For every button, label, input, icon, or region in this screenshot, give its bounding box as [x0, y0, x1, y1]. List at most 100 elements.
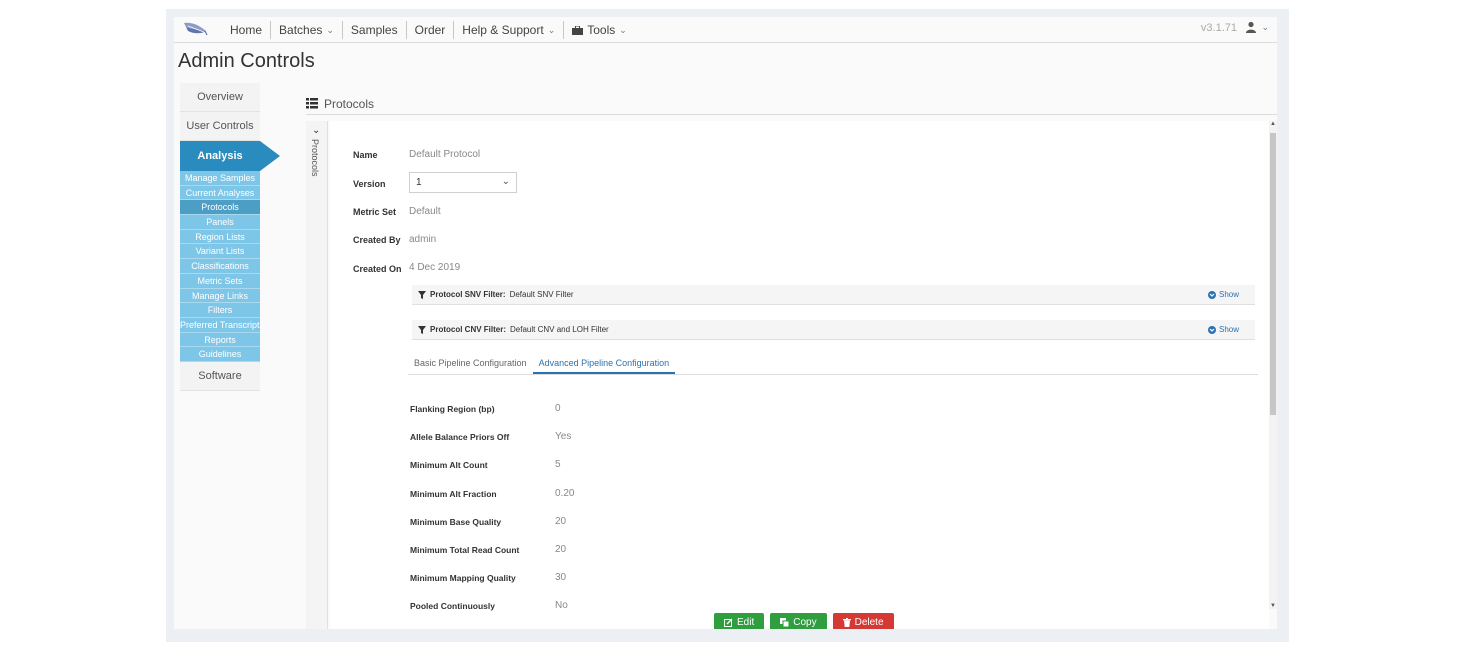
sidebar-item-analysis[interactable]: Analysis	[180, 141, 280, 171]
copy-button-label: Copy	[793, 616, 817, 628]
nav-tools[interactable]: Tools ⌄	[564, 21, 635, 39]
config-label: Minimum Base Quality	[410, 516, 502, 527]
analysis-subnav: Manage Samples Current Analyses Protocols P…	[180, 171, 260, 362]
nav-home[interactable]: Home	[222, 21, 272, 39]
sidebar-subitem-preferred-transcripts[interactable]: Preferred Transcripts	[180, 318, 260, 333]
snv-filter-row: Protocol SNV Filter: Default SNV Filter …	[412, 285, 1255, 305]
snv-filter-show-toggle[interactable]: Show	[1207, 290, 1239, 299]
config-value: Yes	[555, 431, 572, 443]
pipeline-config-tabs: Basic Pipeline Configuration Advanced Pi…	[408, 354, 1258, 375]
edit-button[interactable]: Edit	[714, 613, 765, 629]
nav-order[interactable]: Order	[407, 21, 455, 39]
scroll-down-icon[interactable]: ▼	[1269, 603, 1277, 609]
nav-item-label: Batches	[279, 23, 323, 37]
sidebar-subitem-manage-links[interactable]: Manage Links	[180, 289, 260, 304]
protocols-collapse-tab[interactable]: ⌄ Protocols	[306, 121, 328, 629]
sidebar-item-user-controls[interactable]: User Controls	[180, 112, 260, 141]
sidebar-subitem-protocols[interactable]: Protocols	[180, 200, 260, 216]
section-title: Protocols	[324, 96, 375, 111]
nav-item-label: Tools	[587, 23, 616, 37]
created-on-value: 4 Dec 2019	[409, 262, 461, 273]
scroll-thumb[interactable]	[1270, 133, 1276, 415]
page-title: Admin Controls	[178, 50, 315, 72]
metric-set-value: Default	[409, 206, 441, 217]
user-menu[interactable]: ⌄	[1245, 21, 1269, 33]
chevron-down-icon: ⌄	[326, 25, 334, 35]
delete-button[interactable]: Delete	[832, 613, 894, 629]
scroll-up-icon[interactable]: ▲	[1269, 121, 1277, 127]
config-label: Minimum Alt Count	[410, 460, 488, 471]
sidebar-subitem-region-lists[interactable]: Region Lists	[180, 230, 260, 245]
trash-icon	[842, 617, 851, 627]
config-value: 0.20	[555, 487, 575, 499]
chevron-circle-down-icon	[1207, 290, 1216, 299]
sidebar-subitem-filters[interactable]: Filters	[180, 303, 260, 318]
snv-filter-label: Protocol SNV Filter:	[430, 290, 506, 299]
delete-button-label: Delete	[854, 616, 884, 628]
sidebar-subitem-guidelines[interactable]: Guidelines	[180, 347, 260, 362]
chevron-circle-down-icon	[1207, 325, 1216, 334]
config-value: 20	[555, 544, 567, 555]
metric-set-label: Metric Set	[353, 207, 397, 217]
sidebar-subitem-reports[interactable]: Reports	[180, 333, 260, 348]
filter-icon	[418, 290, 426, 299]
sidebar-subitem-metric-sets[interactable]: Metric Sets	[180, 274, 260, 289]
name-value: Default Protocol	[409, 149, 481, 160]
chevron-down-icon: ⌄	[312, 125, 321, 136]
sidebar-subitem-manage-samples[interactable]: Manage Samples	[180, 171, 260, 186]
cnv-filter-show-toggle[interactable]: Show	[1207, 325, 1239, 334]
config-label: Minimum Mapping Quality	[410, 573, 516, 584]
config-label: Minimum Total Read Count	[410, 545, 520, 555]
config-value: 0	[555, 403, 561, 414]
nav-samples[interactable]: Samples	[343, 21, 407, 39]
created-by-label: Created By	[353, 235, 401, 245]
toolbox-icon	[572, 25, 584, 35]
version-select[interactable]: 1 ⌄	[409, 172, 517, 193]
list-icon	[306, 98, 318, 109]
user-icon	[1246, 21, 1257, 33]
nav-item-label: Home	[230, 23, 263, 37]
app-version: v3.1.71	[1200, 22, 1237, 34]
edit-icon	[724, 618, 733, 627]
active-arrow-indicator	[260, 141, 280, 171]
tab-advanced-pipeline-configuration[interactable]: Advanced Pipeline Configuration	[532, 354, 676, 374]
cnv-filter-value: Default CNV and LOH Filter	[510, 325, 609, 334]
nav-item-label: Samples	[350, 23, 398, 37]
sidebar-subitem-current-analyses[interactable]: Current Analyses	[180, 186, 260, 201]
protocol-details-panel: Name Default Protocol Version 1 ⌄ Metric…	[330, 121, 1269, 629]
copy-icon	[780, 617, 790, 627]
sidebar-item-overview[interactable]: Overview	[180, 83, 260, 112]
sidebar-subitem-panels[interactable]: Panels	[180, 215, 260, 230]
sidebar-item-label: Analysis	[197, 150, 243, 162]
admin-sidebar: Overview User Controls Analysis Manage S…	[180, 83, 280, 629]
show-link: Show	[1218, 290, 1239, 299]
chevron-down-icon: ⌄	[1261, 21, 1269, 32]
copy-button[interactable]: Copy	[770, 613, 827, 629]
nav-menu: Home Batches ⌄ Samples Order Help & Support ⌄ T…	[222, 17, 635, 43]
app-window: Home Batches ⌄ Samples Order Help & Support ⌄ T…	[174, 17, 1277, 629]
nav-item-label: Help & Support	[462, 23, 544, 37]
nav-help-support[interactable]: Help & Support ⌄	[454, 21, 565, 39]
name-label: Name	[353, 150, 378, 160]
sidebar-item-software[interactable]: Software	[180, 361, 260, 391]
protocols-section-header: Protocols	[306, 93, 1277, 115]
action-buttons: Edit Copy Delete	[714, 613, 894, 629]
cnv-filter-label: Protocol CNV Filter:	[430, 325, 507, 334]
version-select-value: 1	[416, 177, 422, 188]
top-navbar: Home Batches ⌄ Samples Order Help & Support ⌄ T…	[174, 17, 1277, 43]
sidebar-subitem-variant-lists[interactable]: Variant Lists	[180, 244, 260, 260]
created-by-value: admin	[409, 234, 437, 245]
config-value: 20	[555, 515, 567, 527]
sidebar-subitem-classifications[interactable]: Classifications	[180, 259, 260, 274]
tab-basic-pipeline-configuration[interactable]: Basic Pipeline Configuration	[408, 354, 533, 374]
nav-item-label: Order	[414, 23, 446, 37]
snv-filter-value: Default SNV Filter	[509, 290, 574, 299]
config-value: 30	[555, 572, 567, 584]
chevron-down-icon: ⌄	[501, 176, 510, 187]
chevron-down-icon: ⌄	[619, 25, 627, 35]
nav-batches[interactable]: Batches ⌄	[271, 21, 343, 39]
filter-icon	[418, 325, 426, 334]
feather-logo-icon[interactable]	[182, 20, 208, 38]
content-scrollbar[interactable]: ▲ ▼	[1269, 121, 1277, 609]
chevron-down-icon: ⌄	[547, 25, 556, 35]
